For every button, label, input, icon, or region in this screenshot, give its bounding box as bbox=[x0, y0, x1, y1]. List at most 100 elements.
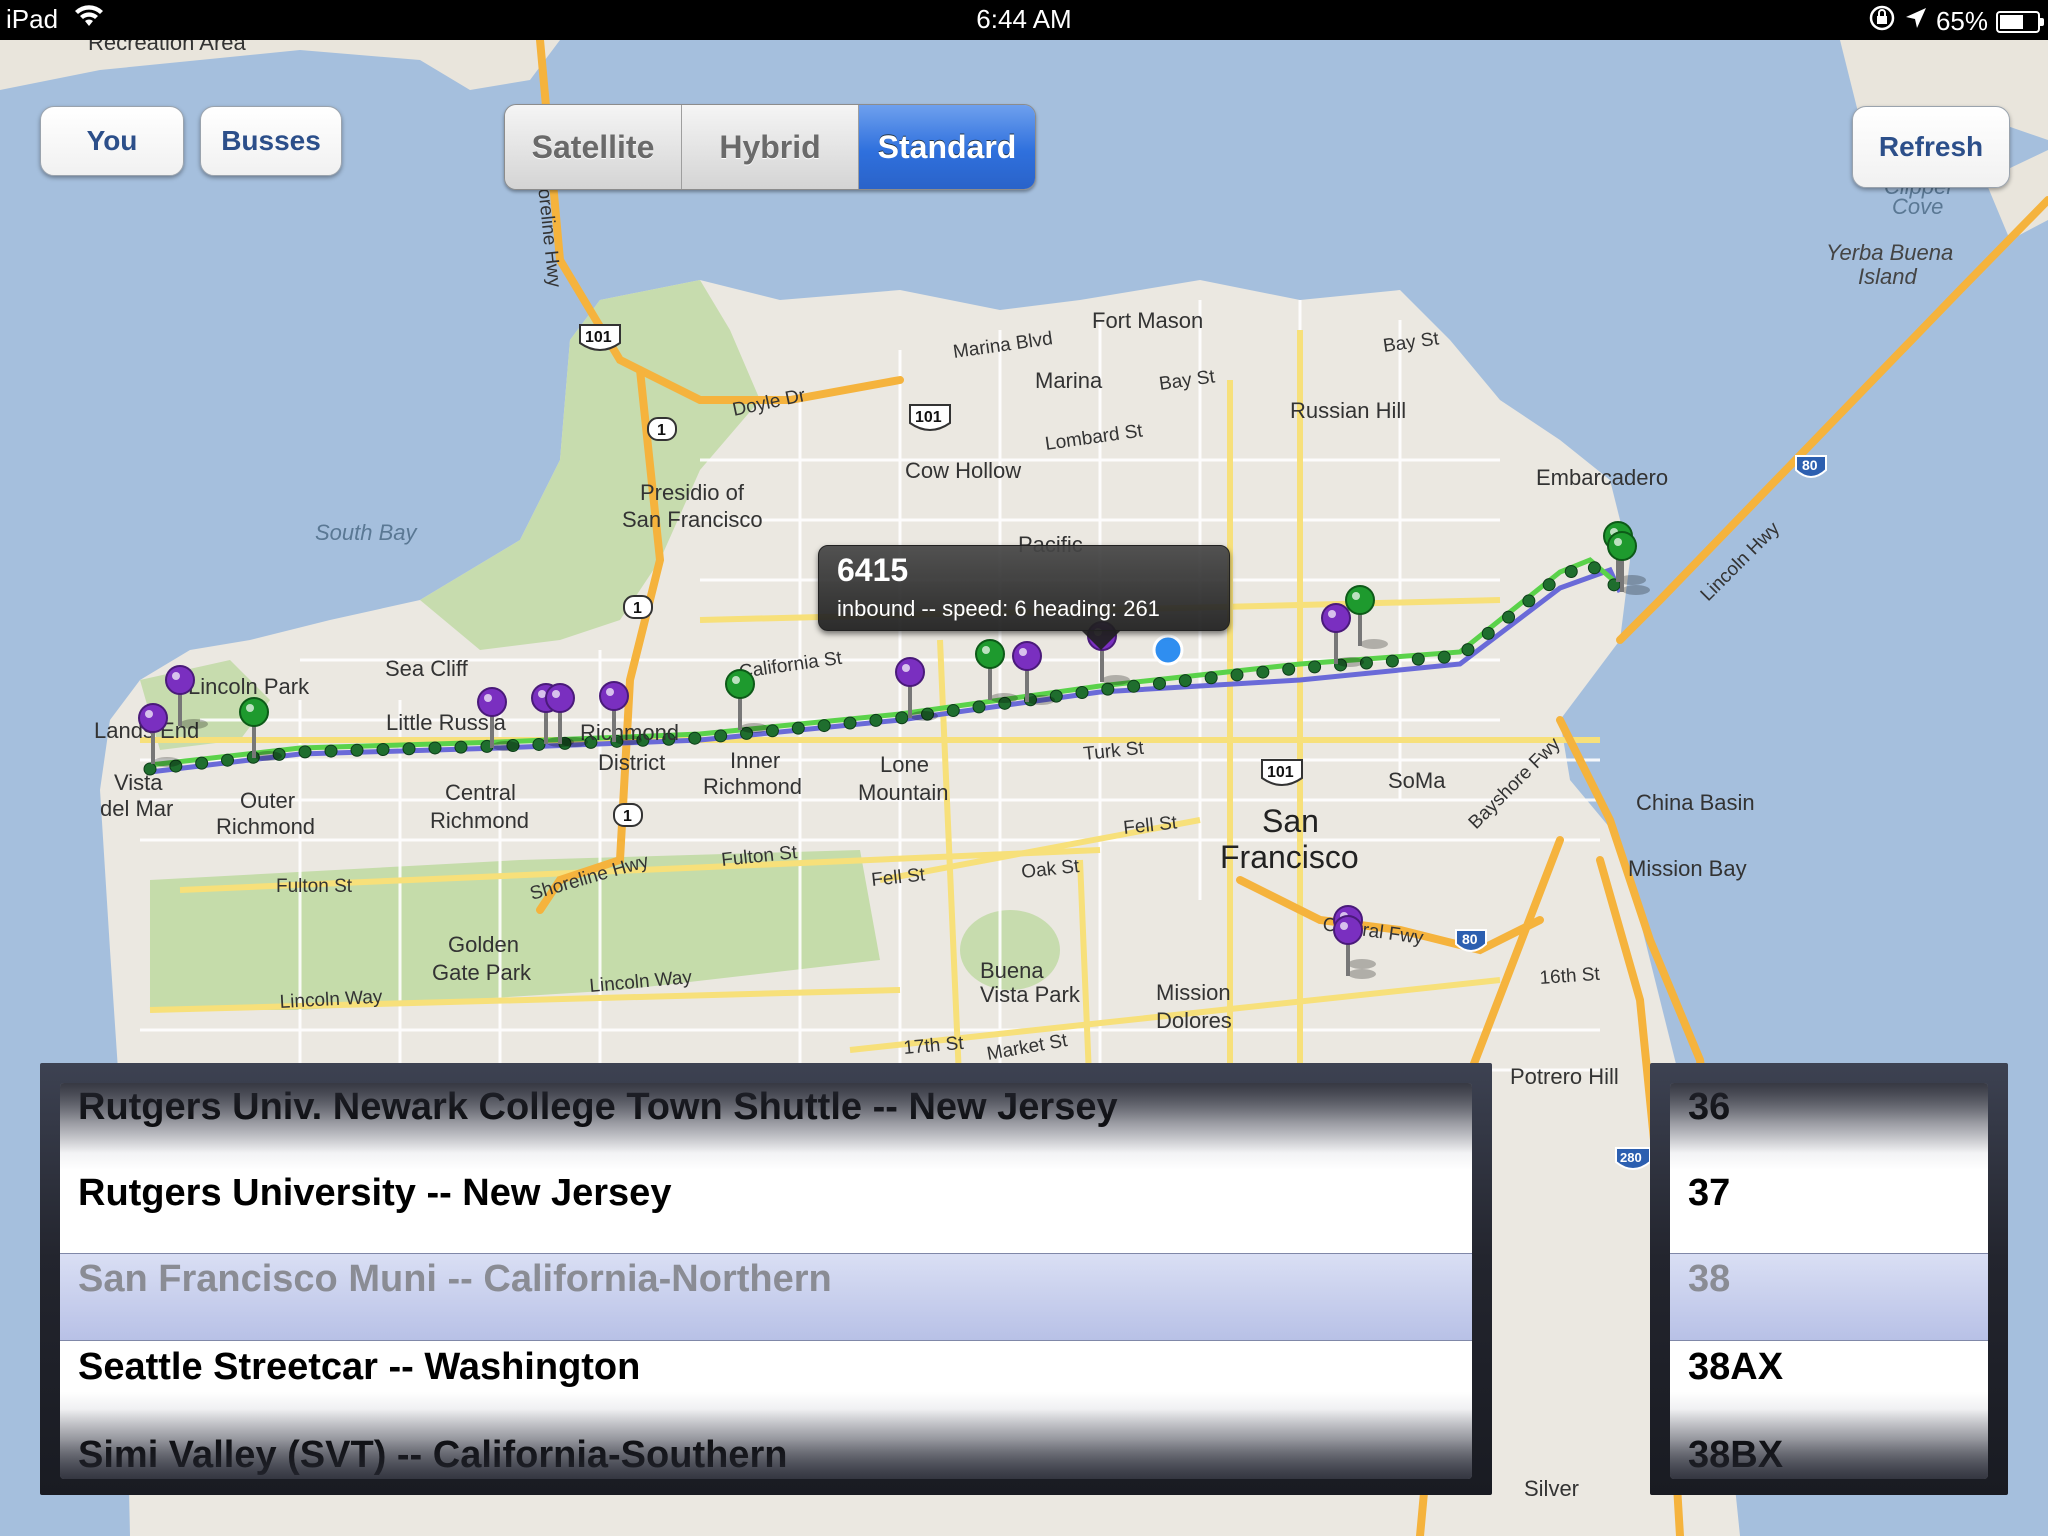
picker-row[interactable]: Simi Valley (SVT) -- California-Southern bbox=[60, 1411, 1472, 1479]
map-label: Francisco bbox=[1220, 839, 1359, 875]
map-label: Cove bbox=[1892, 194, 1943, 219]
map-label: Richmond bbox=[703, 774, 802, 799]
highway-shield-icon: 280 bbox=[1615, 1147, 1651, 1170]
map-label: Presidio of bbox=[640, 480, 745, 505]
route-stop-marker bbox=[298, 745, 312, 759]
route-stop-marker bbox=[195, 756, 209, 770]
clock: 6:44 AM bbox=[976, 4, 1072, 34]
map-label: Sea Cliff bbox=[385, 656, 469, 681]
map-label: Outer bbox=[240, 788, 295, 813]
svg-text:80: 80 bbox=[1462, 931, 1478, 947]
segment-standard[interactable]: Standard bbox=[859, 105, 1035, 189]
picker-row-selected[interactable]: San Francisco Muni -- California-Norther… bbox=[60, 1235, 1472, 1323]
map-label: Dolores bbox=[1156, 1008, 1232, 1033]
route-stop-marker bbox=[1256, 665, 1270, 679]
map-label: Potrero Hill bbox=[1510, 1064, 1619, 1089]
map-label: Gate Park bbox=[432, 960, 532, 985]
map-label: Mission bbox=[1156, 980, 1231, 1005]
map-label: Mountain bbox=[858, 780, 949, 805]
route-stop-marker bbox=[1522, 594, 1536, 608]
battery-icon bbox=[1996, 10, 2044, 33]
route-stop-marker bbox=[1178, 674, 1192, 688]
route-stop-marker bbox=[1230, 668, 1244, 682]
map-label: Island bbox=[1858, 264, 1917, 289]
battery-percent: 65% bbox=[1935, 6, 1988, 36]
route-stop-marker bbox=[1204, 671, 1218, 685]
svg-text:101: 101 bbox=[915, 409, 942, 426]
route-stop-marker bbox=[1587, 561, 1601, 575]
map-label: del Mar bbox=[100, 796, 173, 821]
callout-subtitle: inbound -- speed: 6 heading: 261 bbox=[837, 596, 1160, 621]
map-label: Embarcadero bbox=[1536, 465, 1668, 490]
map-label: Vista bbox=[114, 770, 163, 795]
agency-picker[interactable]: Rutgers Univ. Newark College Town Shuttl… bbox=[40, 1063, 1492, 1495]
picker-row[interactable]: 38BX bbox=[1670, 1411, 1988, 1479]
map-label: Central bbox=[445, 780, 516, 805]
route-stop-marker bbox=[1461, 643, 1475, 657]
map-label: 16th St bbox=[1539, 964, 1601, 989]
rotation-lock-icon bbox=[1868, 4, 1896, 39]
user-location-icon[interactable] bbox=[1152, 634, 1184, 666]
map-label: Richmond bbox=[216, 814, 315, 839]
map-label: Cow Hollow bbox=[905, 458, 1021, 483]
map-label: SoMa bbox=[1388, 768, 1446, 793]
busses-button[interactable]: Busses bbox=[200, 106, 342, 176]
map-label: Lone bbox=[880, 752, 929, 777]
route-picker-wheel[interactable]: 36 37 38 38AX 38BX bbox=[1670, 1083, 1988, 1479]
route-stop-marker bbox=[1502, 610, 1516, 624]
route-stop-marker bbox=[946, 704, 960, 718]
route-stop-marker bbox=[1127, 679, 1141, 693]
map-label: South Bay bbox=[315, 520, 419, 545]
map-label: Golden bbox=[448, 932, 519, 957]
map-label: District bbox=[598, 750, 665, 775]
agency-picker-wheel[interactable]: Rutgers Univ. Newark College Town Shuttl… bbox=[60, 1083, 1472, 1479]
segment-satellite[interactable]: Satellite bbox=[505, 105, 682, 189]
map-label: Buena bbox=[980, 958, 1044, 983]
map-label: Yerba Buena bbox=[1826, 240, 1953, 265]
picker-row[interactable]: 38AX bbox=[1670, 1323, 1988, 1411]
svg-text:101: 101 bbox=[1267, 764, 1294, 781]
map-label: Recreation Area bbox=[88, 40, 247, 55]
map-label: China Basin bbox=[1636, 790, 1755, 815]
highway-shield-icon: 1 bbox=[623, 595, 653, 619]
picker-row[interactable]: Seattle Streetcar -- Washington bbox=[60, 1323, 1472, 1411]
route-stop-marker bbox=[221, 753, 235, 767]
route-stop-marker bbox=[1075, 686, 1089, 700]
picker-row[interactable]: 36 bbox=[1670, 1083, 1988, 1151]
bus-callout[interactable]: 6415 inbound -- speed: 6 heading: 261 bbox=[818, 545, 1230, 650]
map-label: Fort Mason bbox=[1092, 308, 1203, 333]
route-stop-marker bbox=[324, 744, 338, 758]
segment-hybrid[interactable]: Hybrid bbox=[682, 105, 859, 189]
highway-shield-icon: 101 bbox=[1261, 759, 1303, 786]
map-label: Marina bbox=[1035, 368, 1103, 393]
route-stop-marker bbox=[714, 729, 728, 743]
route-stop-marker bbox=[1385, 654, 1399, 668]
route-stop-marker bbox=[895, 711, 909, 725]
you-button[interactable]: You bbox=[40, 106, 184, 176]
route-stop-marker bbox=[428, 741, 442, 755]
route-stop-marker bbox=[454, 740, 468, 754]
route-stop-marker bbox=[817, 719, 831, 733]
route-stop-marker bbox=[843, 716, 857, 730]
picker-row[interactable]: 37 bbox=[1670, 1149, 1988, 1237]
callout-title: 6415 bbox=[837, 552, 909, 588]
route-stop-marker bbox=[1437, 650, 1451, 664]
route-picker[interactable]: 36 37 38 38AX 38BX bbox=[1650, 1063, 2008, 1495]
picker-row[interactable]: Rutgers University -- New Jersey bbox=[60, 1149, 1472, 1237]
highway-shield-icon: 101 bbox=[579, 324, 621, 351]
svg-text:101: 101 bbox=[585, 329, 612, 346]
map-type-segmented-control: Satellite Hybrid Standard bbox=[504, 104, 1036, 190]
route-stop-marker bbox=[402, 742, 416, 756]
refresh-button[interactable]: Refresh bbox=[1852, 106, 2010, 188]
route-stop-marker bbox=[1542, 578, 1556, 592]
svg-text:1: 1 bbox=[657, 422, 666, 439]
picker-row[interactable]: Rutgers Univ. Newark College Town Shuttl… bbox=[60, 1083, 1472, 1151]
map-label: Richmond bbox=[430, 808, 529, 833]
route-stop-marker bbox=[1564, 564, 1578, 578]
map-label: Lincoln Park bbox=[188, 674, 310, 699]
map-label: Inner bbox=[730, 748, 780, 773]
route-stop-marker bbox=[376, 743, 390, 757]
picker-row-selected[interactable]: 38 bbox=[1670, 1235, 1988, 1323]
status-bar: iPad 6:44 AM 65% bbox=[0, 0, 2048, 40]
highway-shield-icon: 1 bbox=[647, 417, 677, 441]
